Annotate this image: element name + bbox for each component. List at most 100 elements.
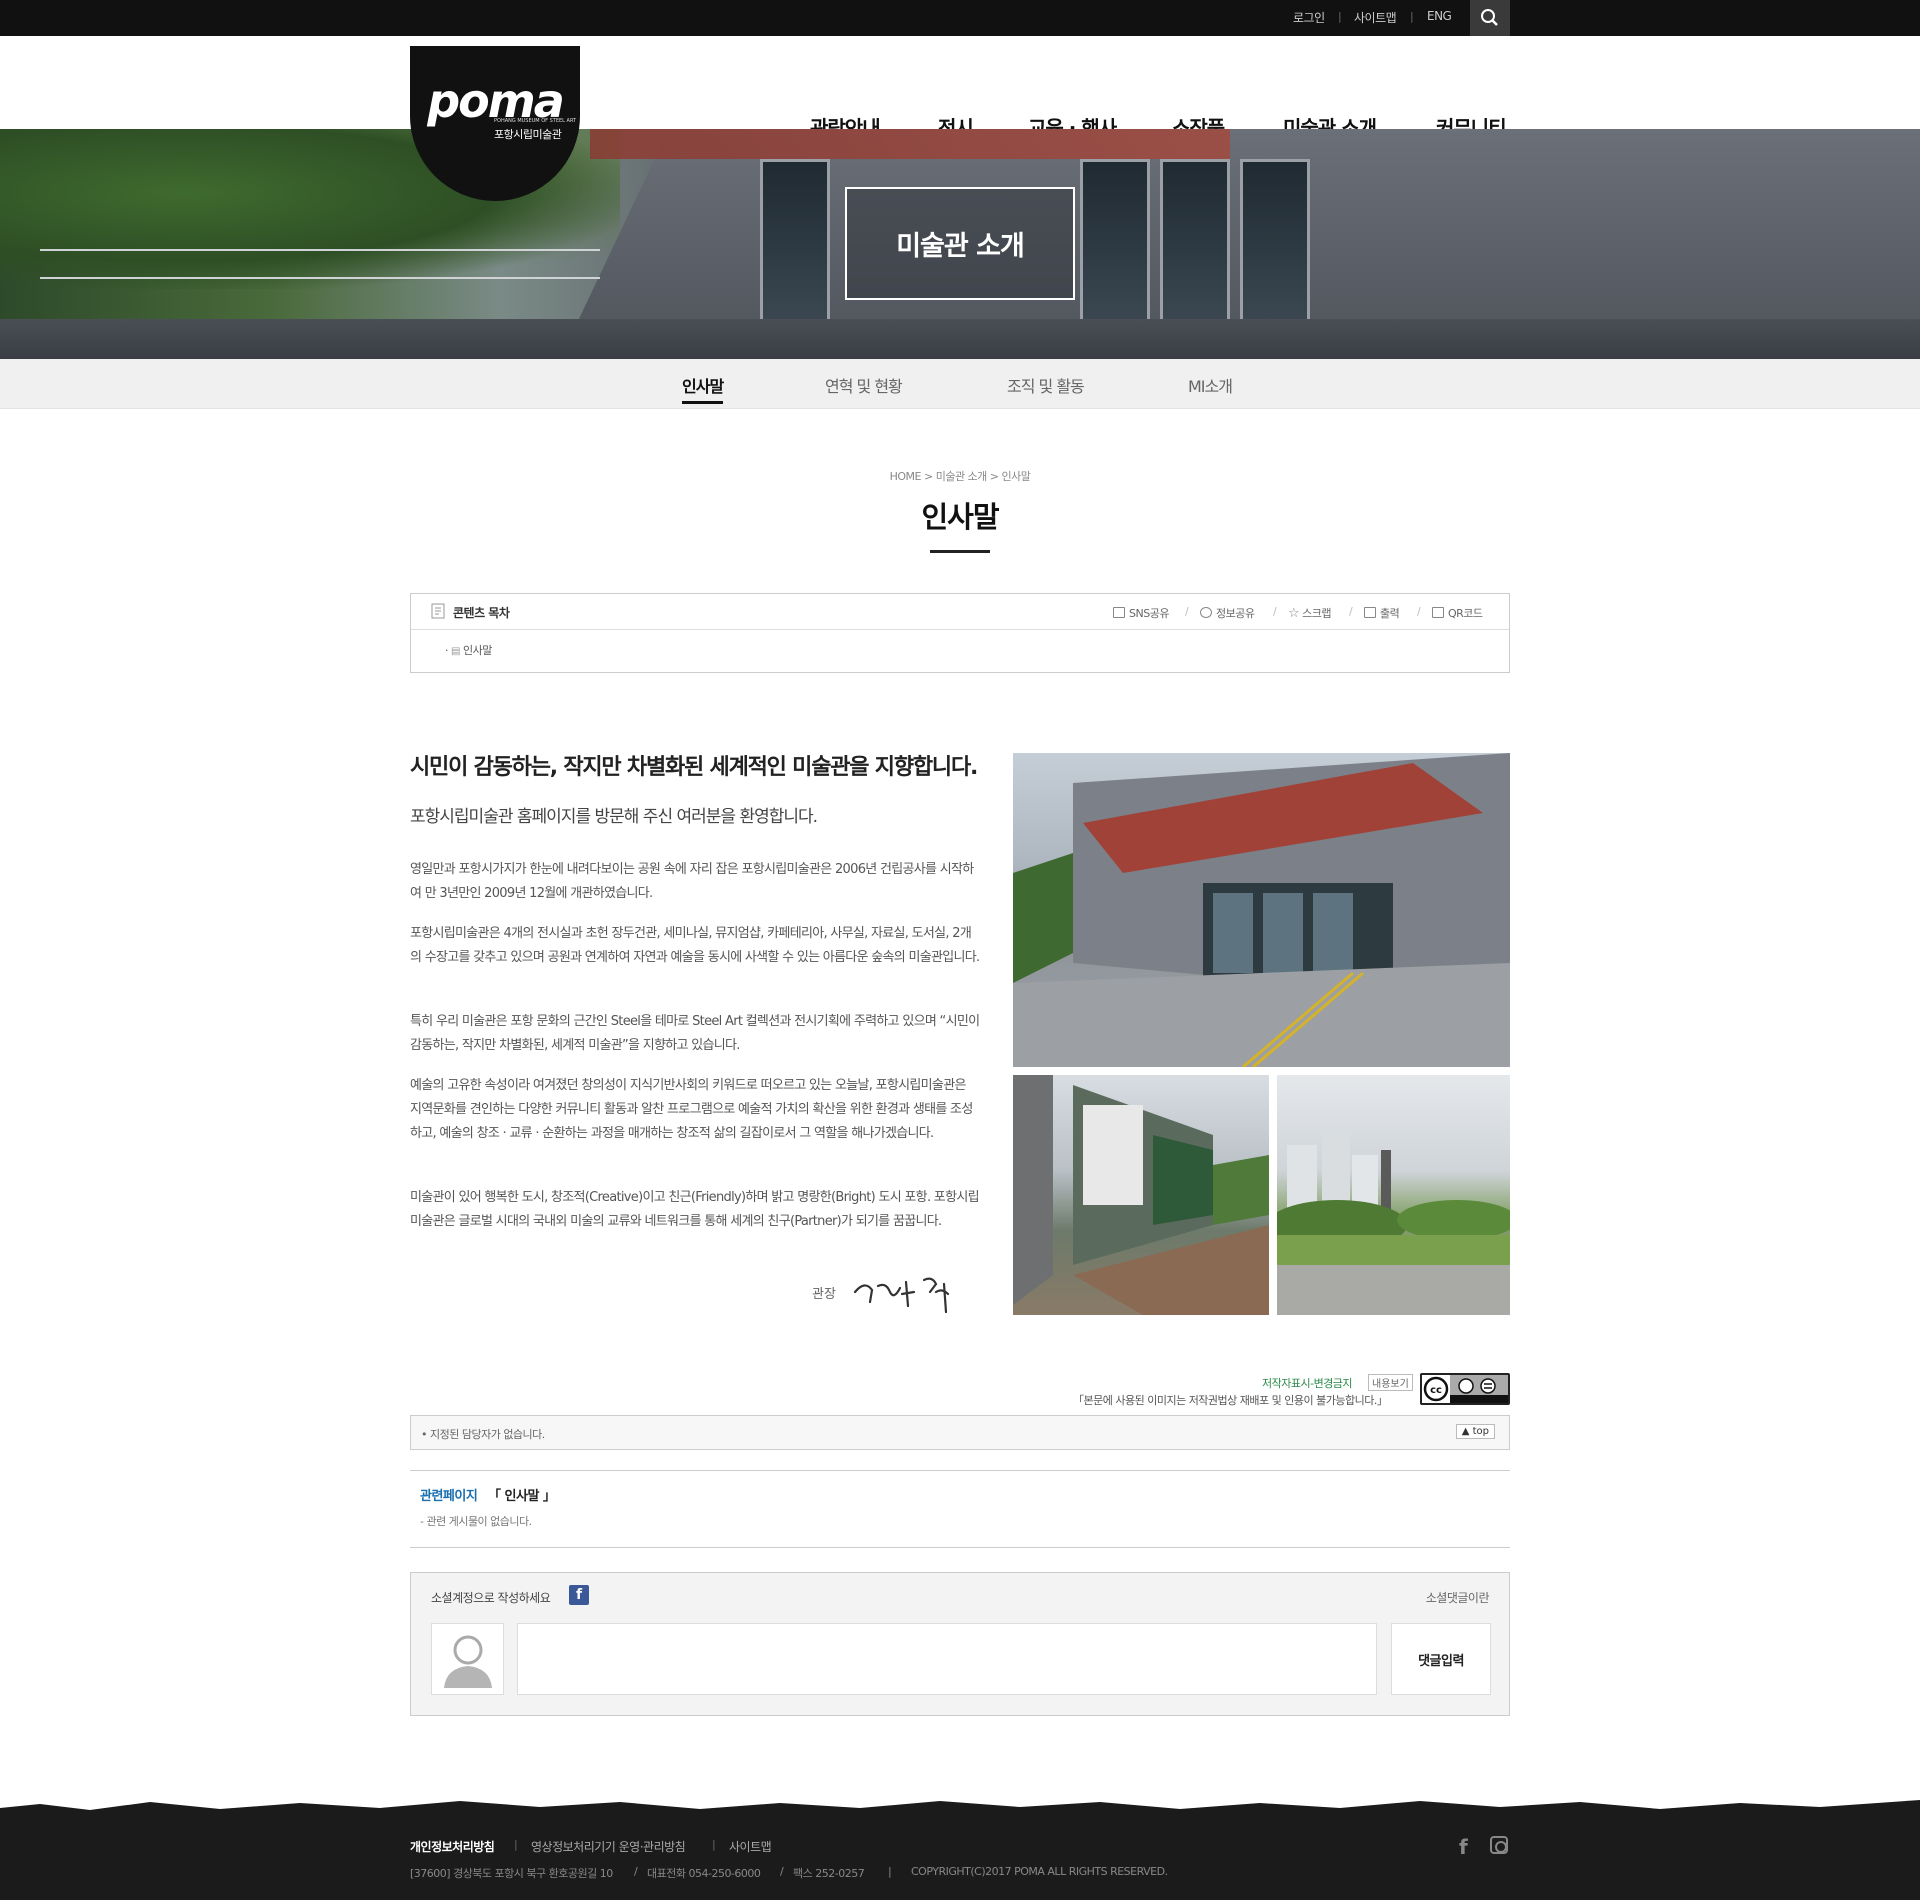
subnav-mi[interactable]: MI소개 [1188, 373, 1233, 397]
related-page-link[interactable]: 「 인사말 」 [488, 1485, 556, 1504]
scrap-button[interactable]: ☆ 스크랩 [1288, 605, 1332, 621]
manager-info-bar: • 지정된 담당자가 없습니다. ▲ top [410, 1415, 1510, 1450]
separator: | [1338, 10, 1342, 23]
subnav-history[interactable]: 연혁 및 현황 [825, 373, 903, 397]
sub-navigation: 인사말 연혁 및 현황 조직 및 활동 MI소개 [0, 359, 1920, 409]
greeting-paragraph: 미술관이 있어 행복한 도시, 창조적(Creative)이고 친근(Frien… [410, 1190, 980, 1229]
facebook-icon[interactable]: f [1459, 1835, 1468, 1859]
separator: / [1349, 605, 1353, 618]
museum-entrance-photo [1013, 753, 1510, 1067]
title-underline [930, 550, 990, 553]
page-title: 인사말 [921, 500, 999, 534]
footer-fax: 팩스 252-0257 [793, 1867, 865, 1880]
site-footer: 개인정보처리방침 | 영상정보처리기기 운영·관리방침 | 사이트맵 [3760… [0, 1815, 1920, 1900]
hero-title-box: 미술관 소개 [845, 187, 1075, 300]
site-header: poma POHANG MUSEUM OF STEEL ART 포항시립미술관 … [0, 36, 1920, 201]
info-share-button[interactable]: 정보공유 [1200, 605, 1255, 621]
greeting-paragraph: 예술의 고유한 속성이라 여겨졌던 창의성이 지식기반사회의 키워드로 떠오르고… [410, 1078, 973, 1141]
contents-toc-box: 콘텐츠 목차 SNS공유 / 정보공유 / ☆ 스크랩 / 출력 / QR코드 ·… [410, 593, 1510, 673]
logo-english-name: POHANG MUSEUM OF STEEL ART [494, 118, 577, 124]
hero-glass-door [1160, 159, 1230, 339]
avatar [431, 1623, 504, 1695]
submit-comment-button[interactable]: 댓글입력 [1391, 1623, 1491, 1695]
privacy-policy-link[interactable]: 개인정보처리방침 [410, 1838, 495, 1855]
toc-title: 콘텐츠 목차 [453, 606, 510, 620]
separator: | [1410, 10, 1414, 23]
toc-item-greeting[interactable]: · ▤ 인사말 [445, 642, 492, 658]
sculpture-park-photo [1277, 1075, 1510, 1315]
logo-korean-name: 포항시립미술관 [494, 128, 562, 141]
printer-icon [1364, 607, 1376, 618]
eng-link[interactable]: ENG [1427, 9, 1452, 23]
footer-sitemap-link[interactable]: 사이트맵 [729, 1838, 772, 1855]
separator: | [712, 1838, 716, 1851]
user-silhouette-icon [444, 1635, 492, 1688]
greeting-paragraph: 특히 우리 미술관은 포항 문화의 근간인 Steel을 테마로 Steel A… [410, 1014, 980, 1053]
sitemap-link[interactable]: 사이트맵 [1354, 9, 1397, 26]
hero-title: 미술관 소개 [896, 231, 1025, 262]
share-icon [1200, 607, 1212, 618]
hero-glass-door [1080, 159, 1150, 339]
footer-address: [37600] 경상북도 포항시 북구 환호공원길 10 [410, 1867, 613, 1880]
related-label: 관련페이지 [420, 1489, 478, 1504]
print-button[interactable]: 출력 [1364, 605, 1400, 621]
sns-share-button[interactable]: SNS공유 [1113, 605, 1169, 621]
separator: | [514, 1838, 518, 1851]
login-link[interactable]: 로그인 [1293, 9, 1325, 26]
instagram-icon[interactable] [1490, 1836, 1508, 1854]
greeting-subheading: 포항시립미술관 홈페이지를 방문해 주신 여러분을 환영합니다. [410, 807, 818, 827]
info-share-label: 정보공유 [1216, 607, 1255, 620]
footer-copyright: COPYRIGHT(C)2017 POMA ALL RIGHTS RESERVE… [911, 1865, 1168, 1878]
comment-textarea[interactable] [517, 1623, 1377, 1695]
cctv-policy-link[interactable]: 영상정보처리기기 운영·관리방침 [531, 1838, 686, 1855]
scrap-label: 스크랩 [1302, 607, 1332, 620]
qr-code-label: QR코드 [1448, 607, 1483, 620]
subnav-greeting[interactable]: 인사말 [682, 373, 724, 404]
separator: / [780, 1865, 784, 1878]
greeting-paragraph: 영일만과 포항시가지가 한눈에 내려다보이는 공원 속에 자리 잡은 포항시립미… [410, 862, 974, 901]
separator: / [1273, 605, 1277, 618]
license-note: 「본문에 사용된 이미지는 저작권법상 재배포 및 인용이 불가능합니다.」 [1073, 1394, 1388, 1407]
hero-railing [40, 249, 600, 251]
hero-glass-door [1240, 159, 1310, 339]
manager-text: • 지정된 담당자가 없습니다. [421, 1428, 545, 1441]
separator: / [634, 1865, 638, 1878]
hero-banner: 미술관 소개 [0, 129, 1920, 359]
director-signature [853, 1277, 950, 1314]
hero-roof [590, 129, 1230, 159]
search-icon [1481, 9, 1498, 26]
separator: / [1185, 605, 1189, 618]
license-view-button[interactable]: 내용보기 [1368, 1374, 1413, 1391]
greeting-paragraph: 포항시립미술관은 4개의 전시실과 초헌 장두건관, 세미나실, 뮤지엄샵, 카… [410, 926, 980, 965]
qr-code-button[interactable]: QR코드 [1432, 605, 1483, 621]
cc-license-badge[interactable]: cc [1420, 1373, 1510, 1405]
cc-by-nd-icon: cc [1422, 1375, 1508, 1403]
page-icon: ▤ [451, 646, 460, 657]
license-link[interactable]: 저작자표시-변경금지 [1262, 1375, 1353, 1391]
chat-icon [1113, 607, 1125, 618]
social-comment-about-link[interactable]: 소셜댓글이란 [1426, 1589, 1490, 1606]
greeting-heading: 시민이 감동하는, 작지만 차별화된 세계적인 미술관을 지향합니다. [410, 755, 978, 780]
hero-glass-door [760, 159, 830, 339]
breadcrumb: HOME > 미술관 소개 > 인사말 [889, 470, 1031, 483]
separator: | [888, 1865, 892, 1878]
sns-share-label: SNS공유 [1129, 607, 1169, 620]
toc-header: 콘텐츠 목차 SNS공유 / 정보공유 / ☆ 스크랩 / 출력 / QR코드 [411, 594, 1509, 630]
document-icon [431, 603, 445, 619]
search-button[interactable] [1470, 0, 1510, 36]
museum-facade-photo [1013, 1075, 1269, 1315]
subnav-organization[interactable]: 조직 및 활동 [1007, 373, 1085, 397]
separator: / [1417, 605, 1421, 618]
hero-railing [40, 277, 600, 279]
footer-tel: 대표전화 054-250-6000 [647, 1867, 761, 1880]
related-none-text: - 관련 게시물이 없습니다. [420, 1515, 532, 1528]
hero-ground [0, 319, 1920, 359]
social-comment-label: 소셜계정으로 작성하세요 [431, 1591, 551, 1605]
back-to-top-button[interactable]: ▲ top [1455, 1424, 1495, 1439]
svg-text:cc: cc [1430, 1385, 1442, 1396]
facebook-icon[interactable]: f [569, 1585, 589, 1605]
print-label: 출력 [1380, 607, 1400, 620]
toc-item-label: 인사말 [462, 644, 492, 657]
top-utility-bar: 로그인 | 사이트맵 | ENG [0, 0, 1920, 36]
director-label: 관장 [812, 1287, 836, 1302]
